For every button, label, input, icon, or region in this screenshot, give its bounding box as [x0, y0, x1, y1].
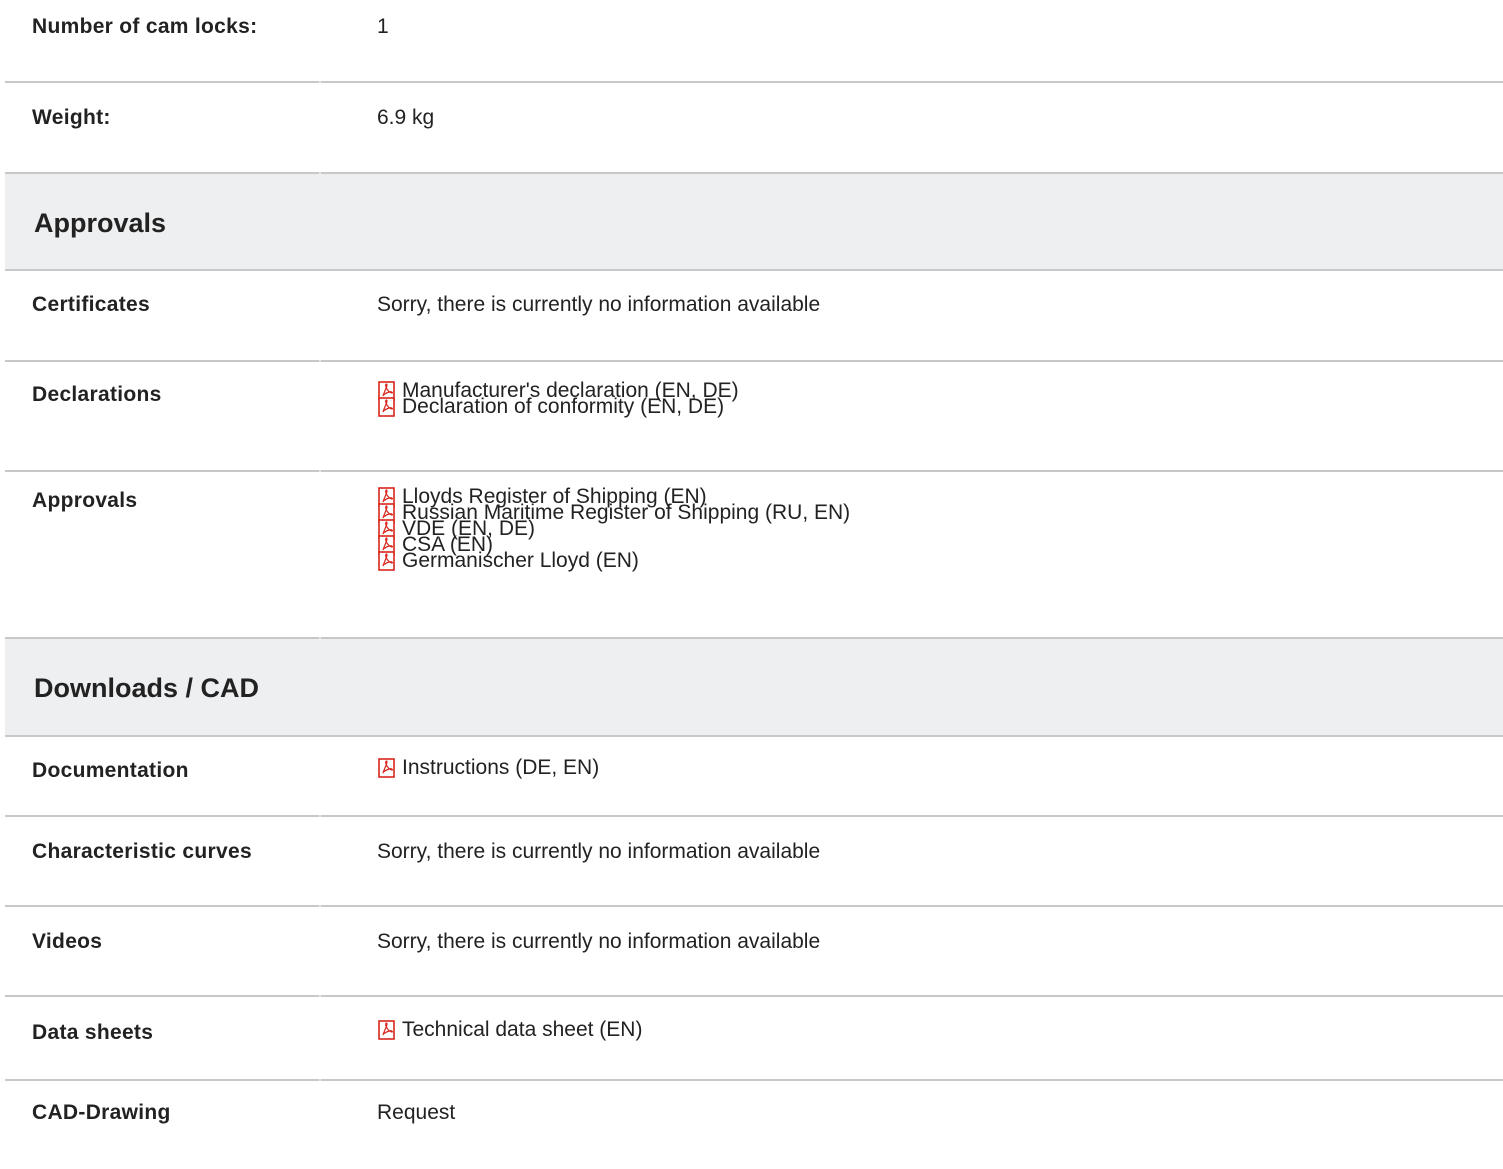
row-label: Videos — [32, 930, 103, 953]
row-label: Weight: — [32, 106, 111, 129]
pdf-icon — [377, 551, 397, 571]
row-label: Approvals — [32, 489, 138, 512]
section-header-downloads-cad: Downloads / CAD — [5, 639, 1503, 737]
row-videos: Videos Sorry, there is currently no info… — [5, 907, 1503, 997]
row-value: 6.9 kg — [377, 106, 435, 129]
row-cad-drawing: CAD-Drawing Request — [5, 1081, 1503, 1169]
file-link[interactable]: Instructions (DE, EN) — [377, 755, 599, 781]
row-number-of-cam-locks: Number of cam locks: 1 — [5, 0, 1503, 83]
pdf-icon — [377, 397, 397, 417]
row-label: Declarations — [32, 383, 162, 406]
file-list: Technical data sheet (EN) — [377, 1017, 642, 1043]
row-certificates: Certificates Sorry, there is currently n… — [5, 271, 1503, 362]
pdf-icon — [377, 1020, 397, 1040]
file-link-label: Technical data sheet (EN) — [402, 1018, 643, 1041]
file-link[interactable]: Declaration of conformity (EN, DE) — [377, 395, 739, 418]
row-value: Sorry, there is currently no information… — [377, 930, 821, 953]
file-link-label: Instructions (DE, EN) — [402, 756, 600, 779]
row-label: Data sheets — [32, 1021, 154, 1044]
row-declarations: Declarations Manufacturer's declaration … — [5, 362, 1503, 472]
row-value: Sorry, there is currently no information… — [377, 840, 821, 863]
file-list: Instructions (DE, EN) — [377, 755, 599, 781]
file-link-label: Declaration of conformity (EN, DE) — [402, 395, 725, 418]
section-title: Approvals — [34, 208, 167, 238]
row-label: Certificates — [32, 293, 150, 316]
pdf-icon — [377, 758, 397, 778]
row-documentation: Documentation Instructions (DE, EN) — [5, 737, 1503, 817]
section-title: Downloads / CAD — [34, 673, 260, 703]
file-list: Manufacturer's declaration (EN, DE) Decl… — [377, 380, 739, 418]
file-link[interactable]: Technical data sheet (EN) — [377, 1017, 642, 1043]
file-list: Lloyds Register of Shipping (EN) Russian… — [377, 486, 850, 572]
row-value: Sorry, there is currently no information… — [377, 293, 821, 316]
row-characteristic-curves: Characteristic curves Sorry, there is cu… — [5, 817, 1503, 907]
row-weight: Weight: 6.9 kg — [5, 83, 1503, 174]
row-label: Number of cam locks: — [32, 15, 258, 38]
row-label: Characteristic curves — [32, 840, 252, 863]
cad-request-link[interactable]: Request — [377, 1101, 455, 1125]
row-approvals: Approvals Lloyds Register of Shipping (E… — [5, 472, 1503, 639]
row-label: CAD-Drawing — [32, 1101, 171, 1124]
file-link-label: Germanischer Lloyd (EN) — [402, 549, 639, 572]
row-data-sheets: Data sheets Technical data sheet (EN) — [5, 997, 1503, 1081]
section-header-approvals: Approvals — [5, 174, 1503, 271]
row-value: 1 — [377, 15, 389, 38]
file-link[interactable]: Germanischer Lloyd (EN) — [377, 549, 850, 572]
row-label: Documentation — [32, 759, 189, 782]
